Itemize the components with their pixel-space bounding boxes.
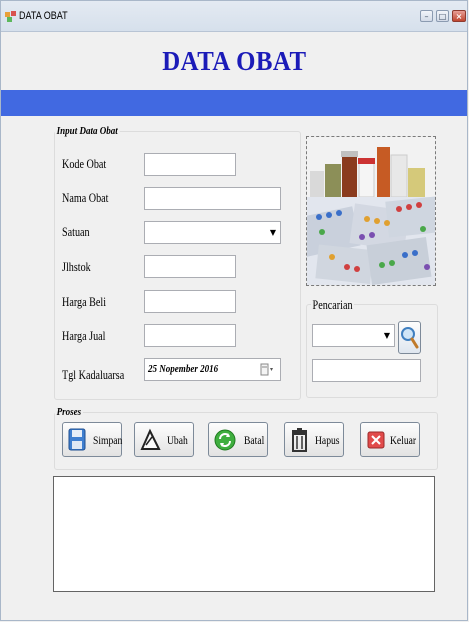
kode-obat-field[interactable] — [144, 153, 236, 176]
dropdown-arrow-icon: ▼ — [383, 331, 390, 340]
simpan-button[interactable]: Simpan — [62, 422, 122, 457]
nama-obat-label: Nama Obat — [62, 190, 109, 205]
kode-obat-label: Kode Obat — [62, 156, 107, 171]
maximize-button[interactable]: □ — [436, 10, 449, 22]
header-banner: DATA OBAT — [1, 32, 467, 90]
input-group-label: Input Data Obat — [55, 125, 120, 137]
close-icon: × — [455, 11, 463, 21]
dropdown-arrow-icon: ▼ — [269, 228, 276, 237]
jlhstok-field[interactable] — [144, 255, 236, 278]
minimize-button[interactable]: – — [420, 10, 433, 22]
app-icon — [5, 11, 16, 22]
hapus-label: Hapus — [315, 433, 340, 447]
calendar-icon[interactable] — [260, 363, 274, 376]
edit-icon — [140, 428, 161, 450]
proses-group-label: Proses — [55, 406, 83, 418]
batal-label: Batal — [244, 433, 265, 447]
data-grid[interactable] — [53, 476, 435, 592]
satuan-label: Satuan — [62, 224, 90, 239]
tgl-kadaluarsa-label: Tgl Kadaluarsa — [62, 367, 125, 382]
medicine-image — [306, 136, 436, 286]
jlhstok-label: Jlhstok — [62, 259, 91, 274]
date-value: 25 Nopember 2016 — [148, 363, 219, 375]
ubah-button[interactable]: Ubah — [134, 422, 194, 457]
ubah-label: Ubah — [167, 433, 188, 447]
tgl-kadaluarsa-datepicker[interactable]: 25 Nopember 2016 — [144, 358, 281, 381]
maximize-icon: □ — [438, 11, 447, 21]
search-button[interactable] — [398, 321, 421, 354]
window-title: DATA OBAT — [19, 10, 68, 22]
simpan-label: Simpan — [93, 433, 123, 447]
main-window: DATA OBAT – □ × DATA OBAT Input Data Oba… — [0, 0, 468, 621]
harga-beli-field[interactable] — [144, 290, 236, 313]
satuan-combobox[interactable]: ▼ — [144, 221, 281, 244]
harga-beli-label: Harga Beli — [62, 294, 107, 309]
harga-jual-field[interactable] — [144, 324, 236, 347]
trash-icon — [292, 428, 307, 452]
page-title: DATA OBAT — [161, 45, 307, 76]
title-bar: DATA OBAT – □ × — [1, 1, 467, 32]
hapus-button[interactable]: Hapus — [284, 422, 344, 457]
search-keyword-field[interactable] — [312, 359, 421, 382]
keluar-button[interactable]: Keluar — [360, 422, 420, 457]
keluar-label: Keluar — [390, 433, 417, 447]
nama-obat-field[interactable] — [144, 187, 281, 210]
close-button[interactable]: × — [452, 10, 466, 22]
batal-button[interactable]: Batal — [208, 422, 268, 457]
harga-jual-label: Harga Jual — [62, 328, 106, 343]
magnifier-icon — [401, 327, 419, 349]
search-category-combobox[interactable]: ▼ — [312, 324, 395, 347]
accent-bar — [1, 90, 467, 116]
floppy-disk-icon — [68, 428, 86, 451]
search-group-label: Pencarian — [311, 297, 355, 313]
minimize-icon: – — [424, 11, 429, 21]
exit-icon — [367, 431, 385, 449]
refresh-icon — [214, 429, 236, 451]
